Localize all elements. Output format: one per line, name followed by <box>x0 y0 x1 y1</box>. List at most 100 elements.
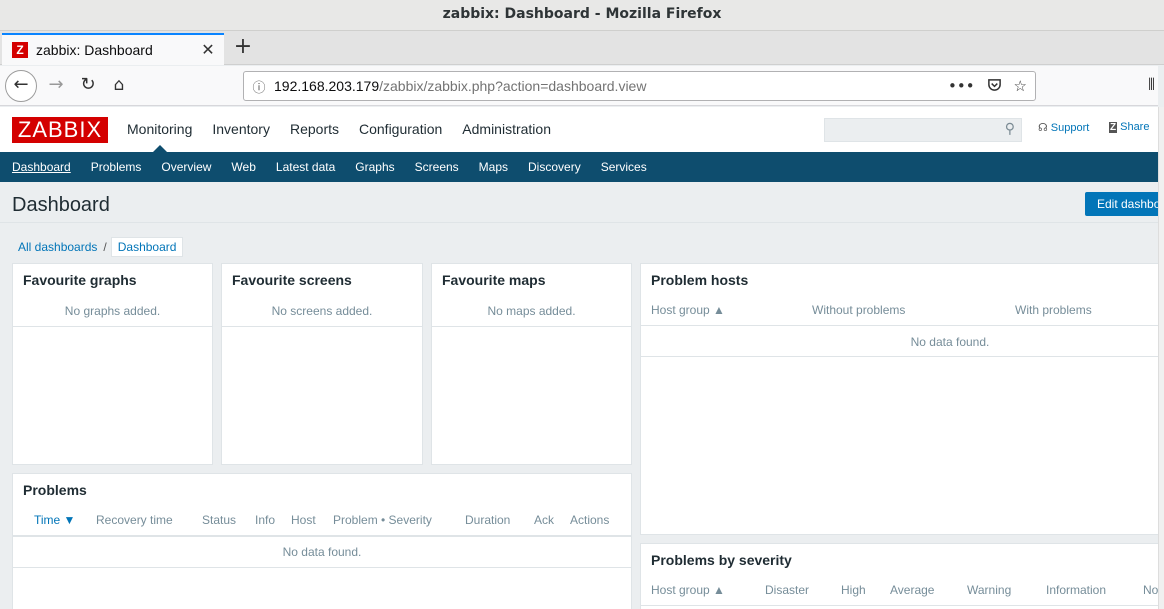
page-title: Dashboard <box>12 194 110 216</box>
submenu-dashboard[interactable]: Dashboard <box>2 152 81 182</box>
column-host-group[interactable]: Host group ▲ <box>651 303 725 317</box>
support-label: Support <box>1050 122 1090 134</box>
breadcrumb-all-dashboards[interactable]: All dashboards <box>12 240 103 254</box>
browser-tab[interactable]: Z zabbix: Dashboard ✕ <box>2 33 224 65</box>
menu-configuration[interactable]: Configuration <box>349 107 452 152</box>
table-header-divider <box>13 535 631 537</box>
widget-problems: Problems Time ▼ Recovery time Status Inf… <box>12 473 632 609</box>
menu-monitoring[interactable]: Monitoring <box>117 107 202 152</box>
zabbix-favicon-icon: Z <box>12 42 28 58</box>
widget-empty-message: No screens added. <box>271 304 373 318</box>
column-average: Average <box>890 583 935 597</box>
widget-problem-hosts: Problem hosts Host group ▲ Without probl… <box>640 263 1158 535</box>
edit-dashboard-button[interactable]: Edit dashboard <box>1085 192 1158 216</box>
bookmark-star-icon[interactable]: ☆ <box>1014 77 1027 96</box>
tab-strip: Z zabbix: Dashboard ✕ + <box>0 31 1164 65</box>
share-link[interactable]: Z Share <box>1109 121 1149 133</box>
widget-title[interactable]: Problems <box>23 482 87 498</box>
menu-administration[interactable]: Administration <box>452 107 561 152</box>
zabbix-header: ZABBIX Monitoring Inventory Reports Conf… <box>0 107 1158 152</box>
column-disaster: Disaster <box>765 583 810 597</box>
column-ack: Ack <box>534 513 555 527</box>
widget-title[interactable]: Problems by severity <box>651 552 792 568</box>
widget-divider <box>13 326 212 327</box>
sub-menu: Dashboard Problems Overview Web Latest d… <box>0 152 1158 182</box>
home-icon[interactable]: ⌂ <box>107 73 131 97</box>
breadcrumb-separator: / <box>103 240 107 254</box>
submenu-latest-data[interactable]: Latest data <box>266 152 345 182</box>
column-duration: Duration <box>465 513 511 527</box>
widget-empty-message: No maps added. <box>487 304 576 318</box>
main-menu: Monitoring Inventory Reports Configurati… <box>117 107 561 152</box>
column-host-group[interactable]: Host group ▲ <box>651 583 725 597</box>
column-info: Info <box>255 513 276 527</box>
submenu-overview[interactable]: Overview <box>151 152 221 182</box>
column-recovery-time[interactable]: Recovery time <box>96 513 173 527</box>
url-path: /zabbix/zabbix.php?action=dashboard.view <box>379 78 647 94</box>
window-title: zabbix: Dashboard - Mozilla Firefox <box>442 6 722 22</box>
column-without-problems: Without problems <box>812 303 906 317</box>
column-actions: Actions <box>570 513 610 527</box>
widget-favourite-screens: Favourite screens No screens added. <box>221 263 423 465</box>
menu-reports[interactable]: Reports <box>280 107 349 152</box>
submenu-services[interactable]: Services <box>591 152 657 182</box>
url-host: 192.168.203.179 <box>274 78 380 94</box>
breadcrumb-current[interactable]: Dashboard <box>110 237 184 257</box>
zabbix-page: ZABBIX Monitoring Inventory Reports Conf… <box>0 107 1158 609</box>
forward-icon[interactable]: → <box>44 73 68 97</box>
widget-title[interactable]: Favourite graphs <box>23 272 137 288</box>
column-with-problems: With problems <box>1015 303 1092 317</box>
column-information: Information <box>1046 583 1107 597</box>
library-icon[interactable]: ⦀ <box>1148 75 1158 97</box>
no-data-message: No data found. <box>910 335 990 349</box>
headset-icon: ☊ <box>1038 122 1048 134</box>
widget-empty-message: No graphs added. <box>64 304 161 318</box>
no-data-message: No data found. <box>282 545 362 559</box>
support-link[interactable]: ☊ Support <box>1038 121 1089 134</box>
table-header-divider <box>641 325 1158 326</box>
close-tab-icon[interactable]: ✕ <box>200 42 216 58</box>
widget-title[interactable]: Favourite screens <box>232 272 352 288</box>
title-divider <box>0 222 1158 223</box>
column-problem-severity[interactable]: Problem • Severity <box>333 513 432 527</box>
zabbix-share-icon: Z <box>1109 122 1118 133</box>
column-status: Status <box>202 513 237 527</box>
table-row-divider <box>641 356 1158 357</box>
reload-icon[interactable]: ↻ <box>76 73 100 97</box>
menu-inventory[interactable]: Inventory <box>202 107 280 152</box>
new-tab-icon[interactable]: + <box>230 33 256 63</box>
more-icon[interactable]: ••• <box>948 77 975 96</box>
submenu-web[interactable]: Web <box>221 152 265 182</box>
submenu-discovery[interactable]: Discovery <box>518 152 591 182</box>
submenu-problems[interactable]: Problems <box>81 152 152 182</box>
navigation-bar: ← → ↻ ⌂ ⓘ 192.168.203.179/zabbix/zabbix.… <box>0 66 1158 106</box>
table-row-divider <box>13 567 631 568</box>
back-icon[interactable]: ← <box>5 70 37 102</box>
widget-title[interactable]: Favourite maps <box>442 272 545 288</box>
breadcrumb: All dashboards / Dashboard <box>12 236 184 258</box>
widget-favourite-maps: Favourite maps No maps added. <box>431 263 632 465</box>
submenu-screens[interactable]: Screens <box>405 152 469 182</box>
share-label: Share <box>1120 121 1150 133</box>
column-high: High <box>841 583 866 597</box>
pocket-icon[interactable] <box>987 77 1002 96</box>
search-input[interactable]: ⚲ <box>824 118 1022 142</box>
column-time[interactable]: Time ▼ <box>34 513 75 527</box>
widget-title[interactable]: Problem hosts <box>651 272 748 288</box>
page-scrollbar[interactable] <box>1158 107 1164 609</box>
column-not-classified: No <box>1143 583 1158 597</box>
url-text[interactable]: 192.168.203.179/zabbix/zabbix.php?action… <box>274 78 948 94</box>
search-icon[interactable]: ⚲ <box>1005 121 1015 137</box>
window-title-bar: zabbix: Dashboard - Mozilla Firefox <box>0 0 1164 31</box>
submenu-graphs[interactable]: Graphs <box>345 152 404 182</box>
url-bar[interactable]: ⓘ 192.168.203.179/zabbix/zabbix.php?acti… <box>243 71 1036 101</box>
zabbix-logo[interactable]: ZABBIX <box>12 117 108 143</box>
column-warning: Warning <box>967 583 1012 597</box>
submenu-maps[interactable]: Maps <box>469 152 518 182</box>
info-icon[interactable]: ⓘ <box>244 77 274 96</box>
widget-divider <box>222 326 422 327</box>
column-host[interactable]: Host <box>291 513 316 527</box>
table-header-divider <box>641 605 1158 606</box>
widget-favourite-graphs: Favourite graphs No graphs added. <box>12 263 213 465</box>
widget-divider <box>432 326 631 327</box>
